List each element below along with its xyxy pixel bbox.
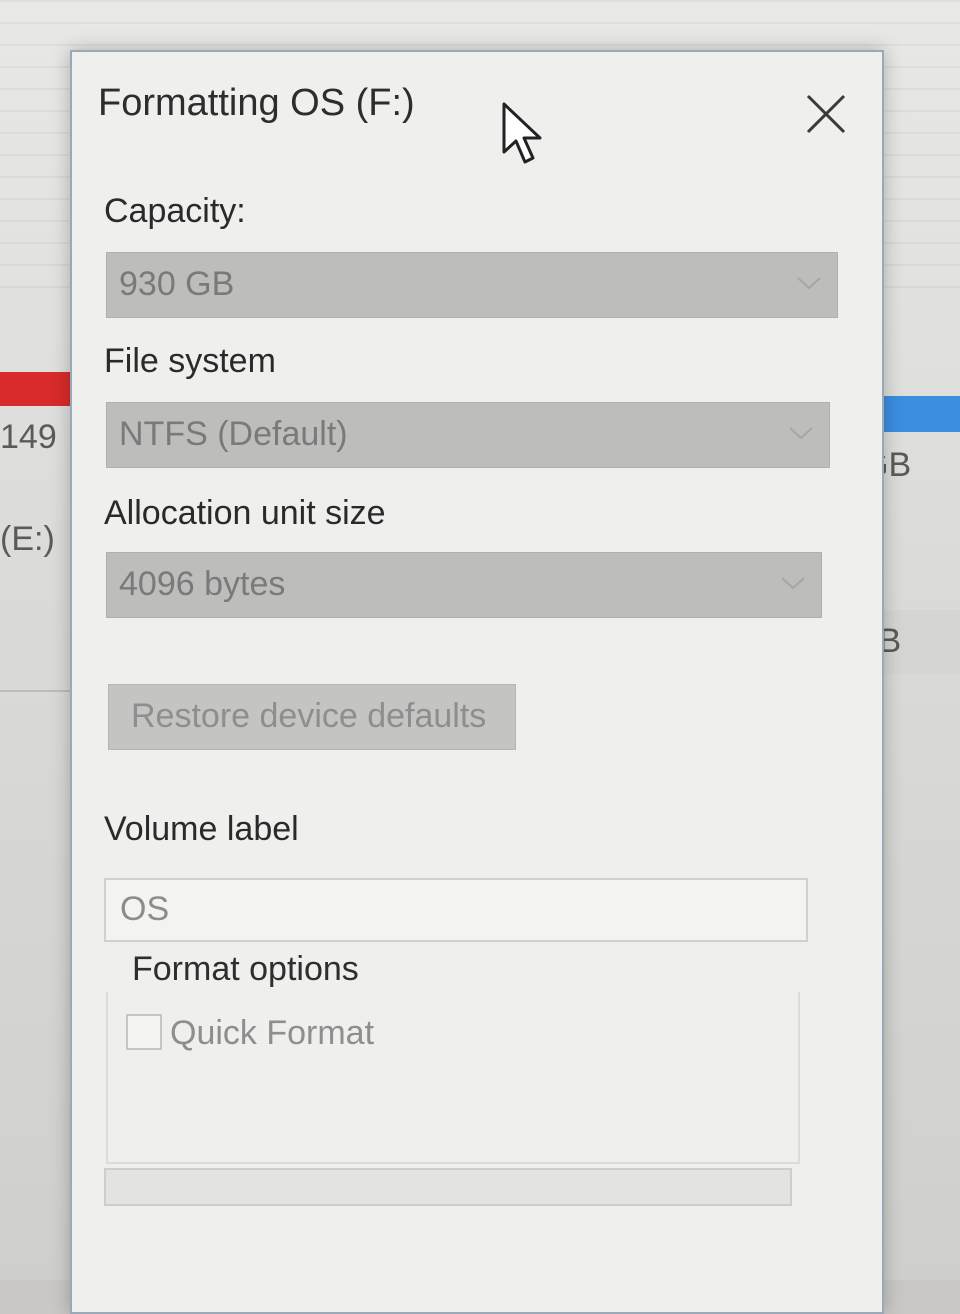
- allocation-unit-size-select[interactable]: 4096 bytes: [106, 552, 822, 618]
- dialog-title: Formatting OS (F:): [98, 82, 415, 124]
- chevron-down-icon: [797, 277, 821, 290]
- close-icon: [806, 94, 846, 134]
- chevron-down-icon: [789, 427, 813, 440]
- capacity-value: 930 GB: [119, 265, 235, 303]
- file-system-label: File system: [104, 342, 276, 380]
- restore-device-defaults-label: Restore device defaults: [131, 697, 487, 735]
- capacity-select[interactable]: 930 GB: [106, 252, 838, 318]
- background-drive-size: 149: [0, 418, 57, 456]
- allocation-unit-size-value: 4096 bytes: [119, 565, 286, 603]
- restore-device-defaults-button[interactable]: Restore device defaults: [108, 684, 516, 750]
- drive-usage-bar-red: [0, 372, 70, 406]
- background-divider: [0, 690, 70, 692]
- file-system-select[interactable]: NTFS (Default): [106, 402, 830, 468]
- quick-format-label[interactable]: Quick Format: [170, 1014, 374, 1053]
- format-options-label: Format options: [128, 950, 363, 989]
- volume-label-label: Volume label: [104, 810, 299, 848]
- capacity-label: Capacity:: [104, 192, 246, 230]
- allocation-unit-size-label: Allocation unit size: [104, 494, 386, 532]
- mouse-cursor-icon: [502, 102, 546, 166]
- background-drive-letter: (E:): [0, 520, 55, 558]
- quick-format-checkbox[interactable]: [126, 1014, 162, 1050]
- file-system-value: NTFS (Default): [119, 415, 348, 453]
- volume-label-value: OS: [120, 890, 170, 928]
- format-dialog: Formatting OS (F:) Capacity: 930 GB File…: [70, 50, 884, 1314]
- close-button[interactable]: [802, 90, 850, 138]
- volume-label-input[interactable]: OS: [104, 878, 808, 942]
- chevron-down-icon: [781, 577, 805, 590]
- format-progress-bar: [104, 1168, 792, 1206]
